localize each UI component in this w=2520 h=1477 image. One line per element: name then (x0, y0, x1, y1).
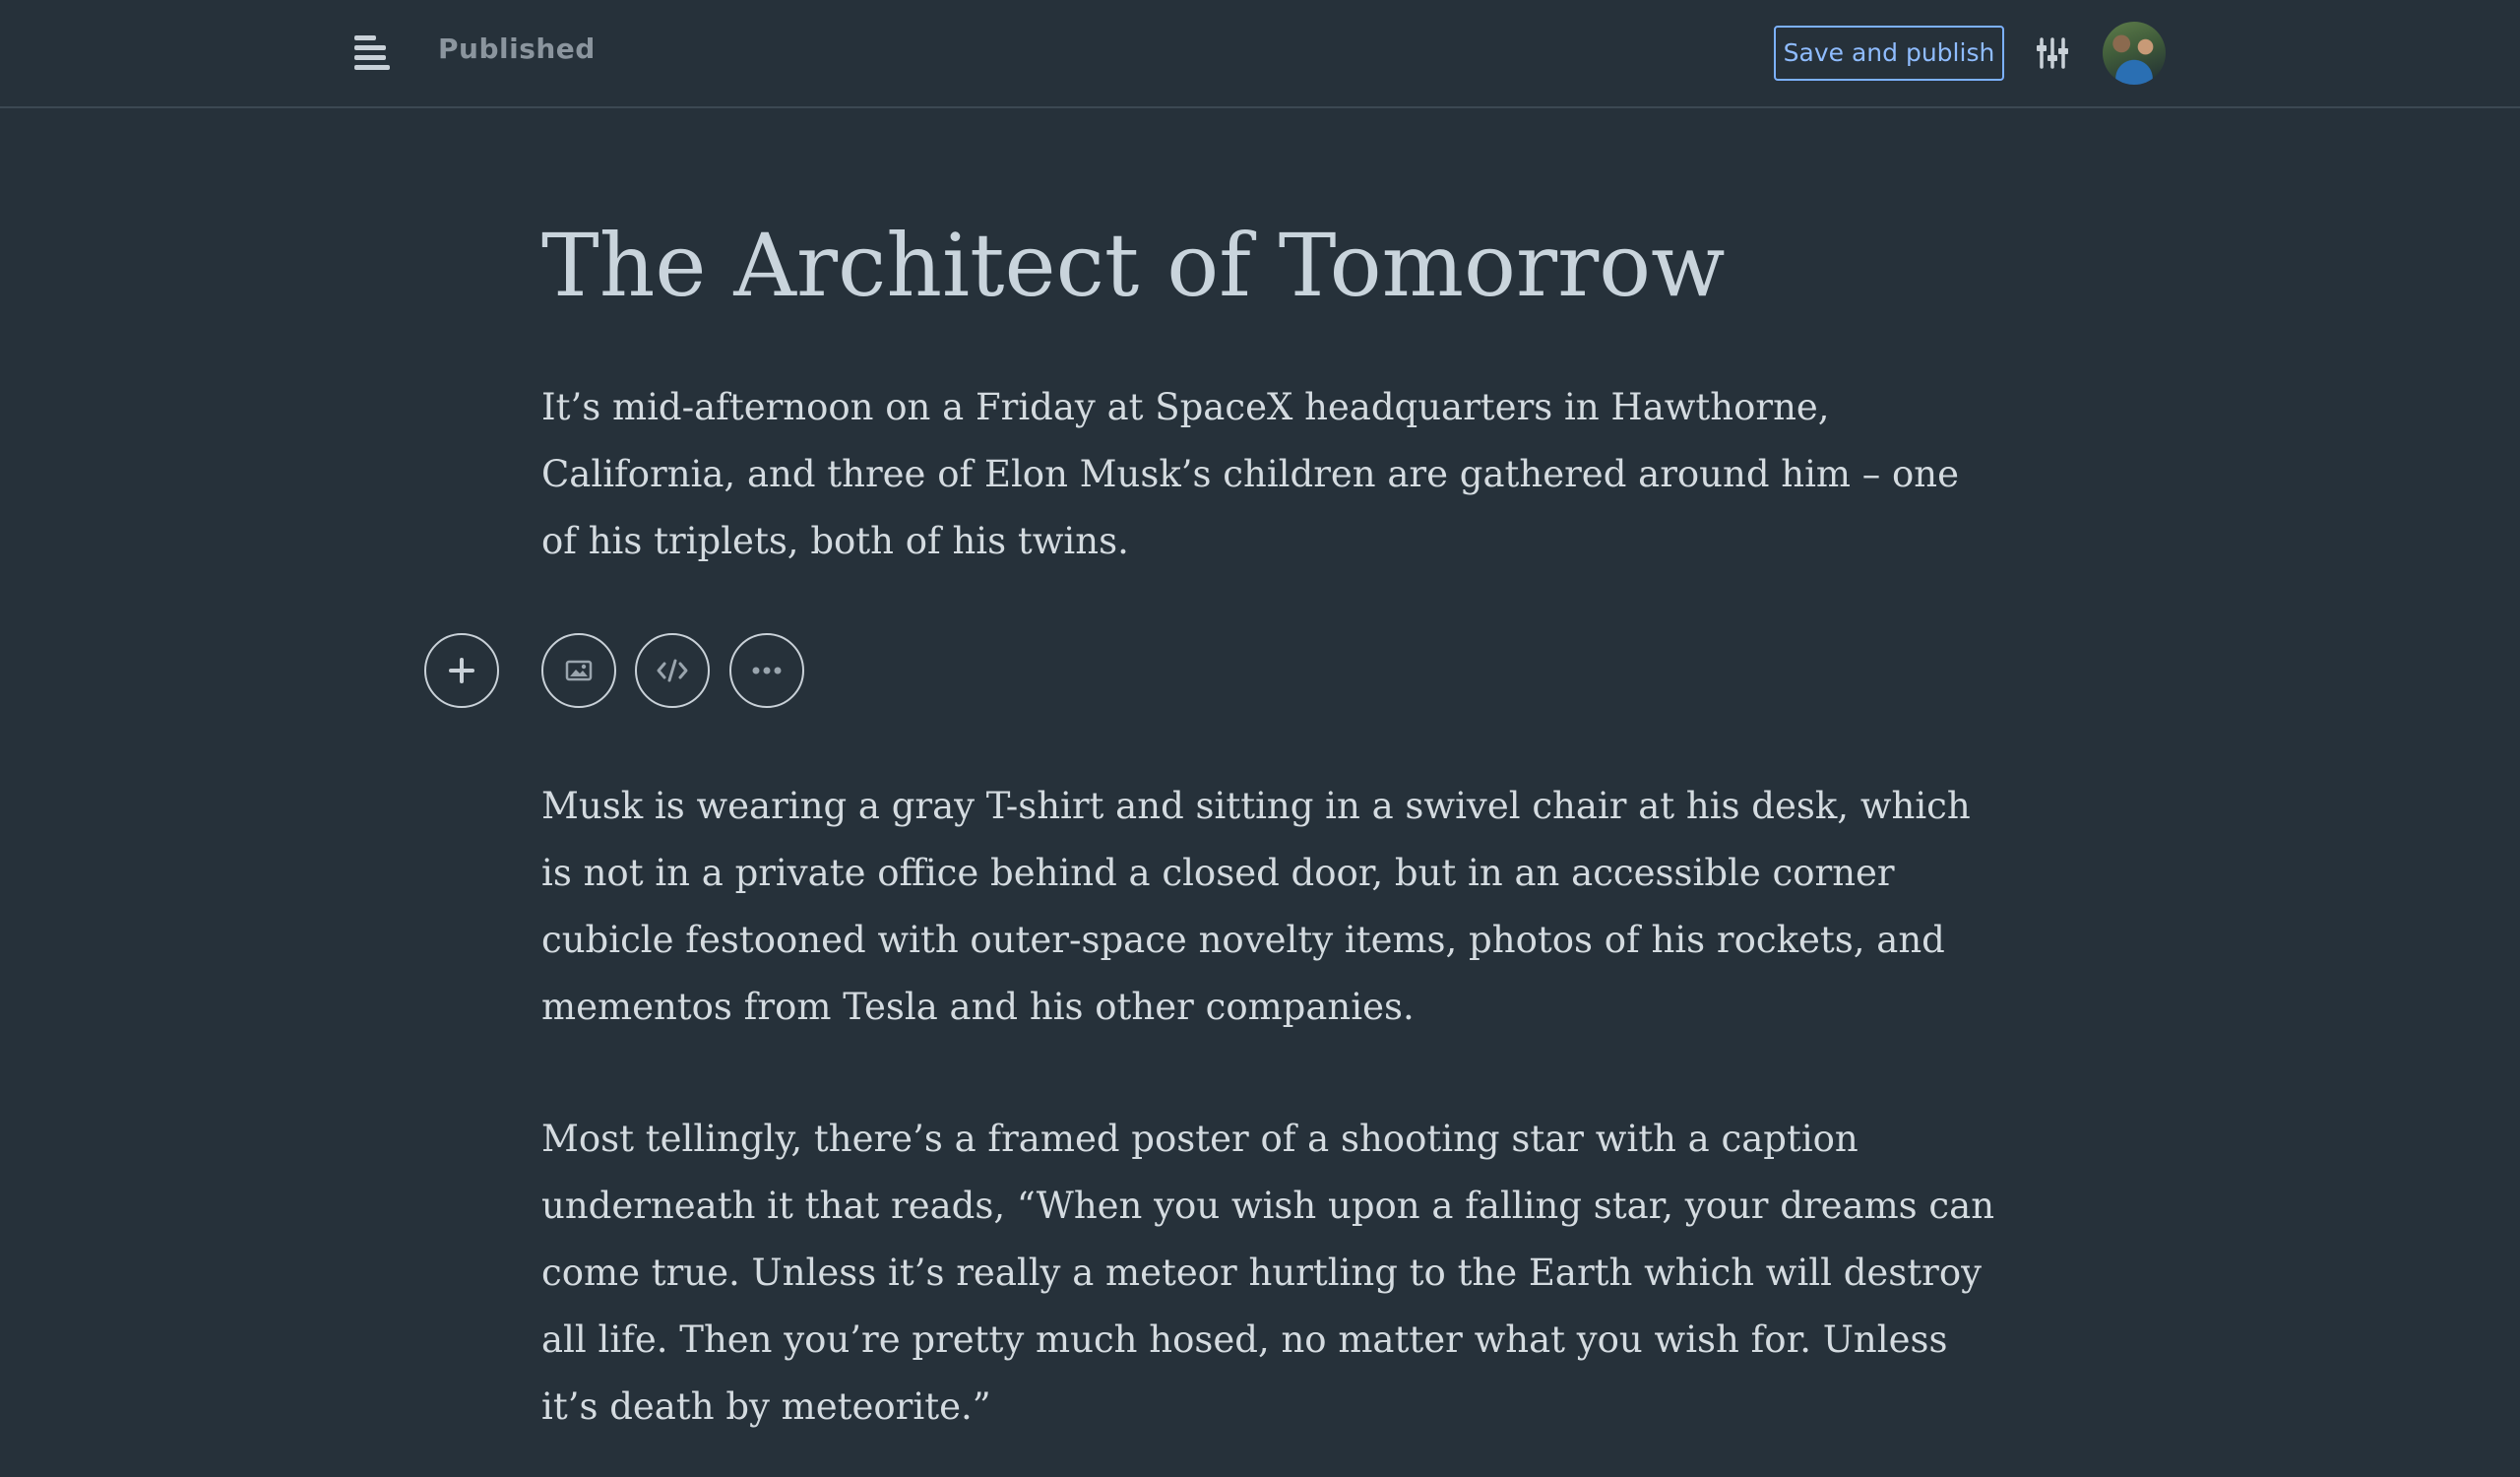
code-icon (657, 659, 688, 682)
more-icon (752, 667, 782, 674)
editor-header: Published Save and publish (0, 0, 2520, 108)
image-icon (565, 660, 593, 681)
sliders-icon[interactable] (2036, 35, 2069, 71)
paragraph[interactable]: Most tellingly, there’s a framed poster … (541, 1106, 1998, 1441)
paragraph[interactable]: It’s mid-afternoon on a Friday at SpaceX… (541, 374, 1998, 575)
paragraph[interactable]: Musk is wearing a gray T-shirt and sitti… (541, 773, 1998, 1041)
post-status: Published (438, 32, 596, 65)
save-and-publish-button[interactable]: Save and publish (1774, 26, 2004, 81)
user-avatar[interactable] (2103, 22, 2166, 85)
post-title[interactable]: The Architect of Tomorrow (541, 207, 1725, 325)
plus-icon (449, 658, 474, 683)
more-options-button[interactable] (729, 633, 804, 708)
insert-image-button[interactable] (541, 633, 616, 708)
menu-icon[interactable] (350, 33, 396, 73)
insert-embed-button[interactable] (635, 633, 710, 708)
add-block-button[interactable] (424, 633, 499, 708)
